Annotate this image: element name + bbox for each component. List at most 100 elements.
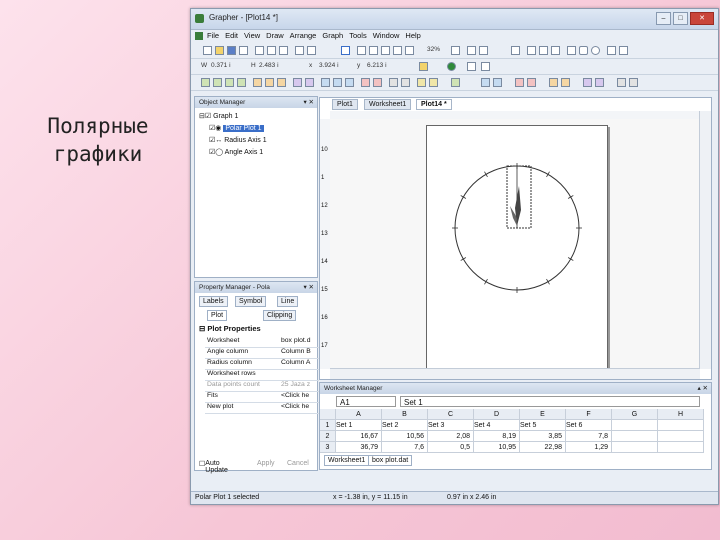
- doc-tab-plot1[interactable]: Plot1: [332, 99, 358, 110]
- menu-arrange[interactable]: Arrange: [290, 31, 317, 40]
- save-icon[interactable]: [227, 46, 236, 55]
- column-header[interactable]: F: [566, 409, 612, 420]
- error-bar-icon[interactable]: [429, 78, 438, 87]
- tree-item-graph[interactable]: ⊟☑ Graph 1: [199, 112, 238, 120]
- redo-icon[interactable]: [307, 46, 316, 55]
- arrow-icon[interactable]: [619, 46, 628, 55]
- tree-item-angle-axis[interactable]: ☑◯ Angle Axis 1: [209, 148, 263, 156]
- close-icon[interactable]: ▾ ✕: [303, 282, 314, 293]
- line-icon[interactable]: [527, 46, 536, 55]
- grid-cell[interactable]: [658, 431, 704, 442]
- y-value[interactable]: 6.213 i: [367, 62, 387, 69]
- vertical-scrollbar[interactable]: [699, 111, 711, 369]
- ternary-plot-icon[interactable]: [293, 78, 302, 87]
- piper-plot-icon[interactable]: [305, 78, 314, 87]
- horizontal-scrollbar[interactable]: [330, 368, 700, 379]
- polygon-icon[interactable]: [479, 46, 488, 55]
- tree-item-radius-axis[interactable]: ☑↔ Radius Axis 1: [209, 136, 267, 144]
- axis-icon[interactable]: [389, 78, 398, 87]
- stats-icon[interactable]: [617, 78, 626, 87]
- grid-icon[interactable]: [629, 78, 638, 87]
- column-header[interactable]: C: [428, 409, 474, 420]
- menu-draw[interactable]: Draw: [266, 31, 284, 40]
- grid-cell[interactable]: [658, 442, 704, 453]
- text-icon[interactable]: [451, 46, 460, 55]
- grid-cell[interactable]: 7,6: [382, 442, 428, 453]
- cell-value-input[interactable]: Set 1: [400, 396, 700, 407]
- row-header[interactable]: 1: [320, 420, 336, 431]
- step-icon[interactable]: [467, 62, 476, 71]
- row-header[interactable]: 2: [320, 431, 336, 442]
- column-header[interactable]: H: [658, 409, 704, 420]
- line-plot-icon[interactable]: [201, 78, 210, 87]
- class-plot-icon[interactable]: [481, 78, 490, 87]
- parametric-plot-icon[interactable]: [595, 78, 604, 87]
- legend-icon[interactable]: [401, 78, 410, 87]
- row-header[interactable]: 3: [320, 442, 336, 453]
- tab-plot[interactable]: Plot: [207, 310, 228, 321]
- title-bar[interactable]: Grapher - [Plot14 *] – □ ✕: [191, 9, 718, 30]
- grid-cell[interactable]: [658, 420, 704, 431]
- grid-cell[interactable]: 8,19: [474, 431, 520, 442]
- close-button[interactable]: ✕: [690, 12, 714, 25]
- rectangle-icon[interactable]: [567, 46, 576, 55]
- zoom-fit-icon[interactable]: [381, 46, 390, 55]
- h-value[interactable]: 2.483 i: [259, 62, 279, 69]
- cell-reference[interactable]: A1: [336, 396, 396, 407]
- copy-icon[interactable]: [267, 46, 276, 55]
- grid-cell[interactable]: 16,67: [336, 431, 382, 442]
- symbol-icon[interactable]: [511, 46, 520, 55]
- x-value[interactable]: 3.924 i: [319, 62, 339, 69]
- column-header[interactable]: E: [520, 409, 566, 420]
- spline-icon[interactable]: [551, 46, 560, 55]
- tab-clipping[interactable]: Clipping: [263, 310, 297, 321]
- polyline-icon[interactable]: [467, 46, 476, 55]
- maximize-button[interactable]: □: [673, 12, 688, 25]
- polar-plot-graphic[interactable]: [427, 126, 607, 370]
- grid-cell[interactable]: [612, 442, 658, 453]
- curve-icon[interactable]: [539, 46, 548, 55]
- bar-chart-icon[interactable]: [225, 78, 234, 87]
- column-header[interactable]: B: [382, 409, 428, 420]
- sheet-tab-worksheet1[interactable]: Worksheet1: [324, 455, 370, 466]
- paste-icon[interactable]: [279, 46, 288, 55]
- tab-labels[interactable]: Labels: [199, 296, 228, 307]
- menu-help[interactable]: Help: [405, 31, 420, 40]
- rounded-rectangle-icon[interactable]: [579, 46, 588, 55]
- rose-diagram-icon[interactable]: [277, 78, 286, 87]
- tab-symbol[interactable]: Symbol: [235, 296, 267, 307]
- tab-line[interactable]: Line: [277, 296, 299, 307]
- open-icon[interactable]: [215, 46, 224, 55]
- menu-view[interactable]: View: [244, 31, 260, 40]
- doc-tab-plot14[interactable]: Plot14 *: [416, 99, 452, 110]
- grid-cell[interactable]: 10,56: [382, 431, 428, 442]
- bubble-plot-icon[interactable]: [527, 78, 536, 87]
- apply-button[interactable]: Apply: [257, 460, 275, 467]
- play-icon[interactable]: [447, 62, 456, 71]
- menu-graph[interactable]: Graph: [322, 31, 343, 40]
- zoom-in-icon[interactable]: [357, 46, 366, 55]
- w-value[interactable]: 0.371 i: [211, 62, 231, 69]
- auto-update-checkbox[interactable]: ☐ Auto Update: [199, 460, 228, 474]
- section-plot-properties[interactable]: ⊟ Plot Properties: [199, 324, 261, 333]
- 3d-plot-icon[interactable]: [361, 78, 370, 87]
- grid-cell[interactable]: 22,98: [520, 442, 566, 453]
- property-row[interactable]: New plot <Click he: [205, 402, 319, 414]
- function-plot-icon[interactable]: [583, 78, 592, 87]
- grid-cell[interactable]: Set 1: [336, 420, 382, 431]
- undo-icon[interactable]: [295, 46, 304, 55]
- grid-cell[interactable]: [612, 420, 658, 431]
- cut-icon[interactable]: [255, 46, 264, 55]
- zoom-rect-icon[interactable]: [405, 46, 414, 55]
- zoom-level[interactable]: 32%: [427, 46, 440, 53]
- lock-icon[interactable]: [419, 62, 428, 71]
- step-plot-icon[interactable]: [561, 78, 570, 87]
- menu-file[interactable]: File: [207, 31, 219, 40]
- fit-icon[interactable]: [417, 78, 426, 87]
- column-header[interactable]: G: [612, 409, 658, 420]
- ellipse-icon[interactable]: [591, 46, 600, 55]
- print-icon[interactable]: [239, 46, 248, 55]
- vector-plot-icon[interactable]: [515, 78, 524, 87]
- grid-cell[interactable]: 2,08: [428, 431, 474, 442]
- cancel-button[interactable]: Cancel: [287, 460, 309, 467]
